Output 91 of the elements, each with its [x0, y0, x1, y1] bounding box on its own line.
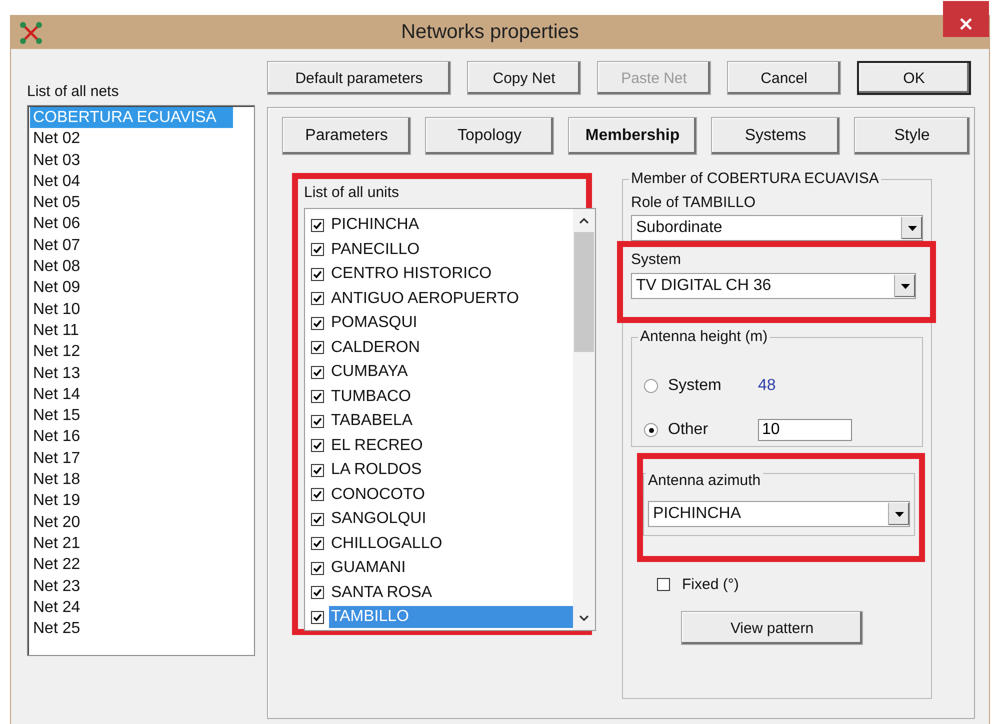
list-item[interactable]: Net 09: [30, 277, 254, 299]
list-item[interactable]: CUMBAYA: [329, 361, 410, 384]
list-item[interactable]: Net 21: [30, 532, 254, 554]
list-item[interactable]: ANTIGUO AEROPUERTO: [329, 288, 521, 310]
list-item[interactable]: Net 08: [30, 256, 254, 278]
system-dropdown[interactable]: TV DIGITAL CH 36: [631, 273, 916, 299]
checkbox[interactable]: [657, 578, 670, 591]
input-field[interactable]: 10: [758, 419, 852, 441]
checkbox[interactable]: [311, 341, 324, 354]
checkbox[interactable]: [311, 464, 324, 477]
checkbox[interactable]: [311, 390, 324, 404]
tab[interactable]: Systems: [711, 117, 840, 155]
list-item[interactable]: Net 22: [30, 554, 254, 576]
list-item[interactable]: PANECILLO: [329, 238, 422, 261]
list-item[interactable]: Net 20: [30, 512, 254, 533]
list-item[interactable]: CHILLOGALLO: [329, 532, 444, 555]
checkbox-label: Fixed (°): [682, 576, 739, 593]
checkbox[interactable]: [311, 439, 324, 452]
list-item[interactable]: Net 12: [30, 341, 254, 363]
toolbar-button[interactable]: OK: [857, 61, 971, 95]
list-label: List of all nets: [27, 83, 120, 101]
value-text: 48: [758, 377, 776, 395]
list-item[interactable]: Net 24: [30, 596, 254, 618]
checkbox[interactable]: [311, 414, 324, 428]
toolbar-button[interactable]: Copy Net: [467, 61, 581, 95]
tab[interactable]: Topology: [425, 117, 554, 155]
list-item[interactable]: Net 11: [30, 320, 254, 342]
toolbar-button[interactable]: Default parameters: [267, 61, 451, 95]
list-item[interactable]: Net 04: [30, 170, 254, 192]
scrollbar[interactable]: [573, 209, 595, 630]
list-item[interactable]: Net 13: [30, 362, 254, 384]
role-dropdown[interactable]: Subordinate: [631, 215, 923, 241]
list-item[interactable]: Net 19: [30, 490, 254, 512]
list-item[interactable]: Net 18: [30, 469, 254, 490]
window-title: Networks properties: [400, 21, 580, 44]
list-item[interactable]: Net 14: [30, 384, 254, 406]
list-item[interactable]: Net 10: [30, 298, 254, 320]
list-item[interactable]: GUAMANI: [329, 557, 408, 580]
list-item[interactable]: CONOCOTO: [329, 484, 427, 506]
list-item[interactable]: TUMBACO: [329, 386, 413, 408]
radio-button[interactable]: [644, 379, 658, 393]
radio-label: Other: [668, 421, 710, 439]
list-item[interactable]: Net 17: [30, 448, 254, 470]
list-item[interactable]: PICHINCHA: [329, 214, 422, 236]
checkbox[interactable]: [311, 512, 324, 526]
network-icon: [19, 20, 43, 44]
radio-button[interactable]: [644, 423, 658, 437]
scroll-thumb[interactable]: [574, 232, 594, 352]
checkbox[interactable]: [311, 316, 324, 330]
field-label: System: [631, 251, 682, 269]
checkbox[interactable]: [311, 488, 324, 502]
list-item[interactable]: Net 06: [30, 213, 254, 235]
list-item[interactable]: CENTRO HISTORICO: [329, 263, 494, 286]
list-item[interactable]: LA ROLDOS: [329, 459, 424, 482]
field-label: Role of TAMBILLO: [631, 194, 756, 212]
checkbox[interactable]: [311, 292, 324, 306]
list-item[interactable]: Net 03: [30, 150, 254, 171]
checkbox[interactable]: [311, 218, 324, 232]
checkbox[interactable]: [311, 243, 324, 256]
list-item[interactable]: TABABELA: [329, 410, 415, 432]
list-item[interactable]: Net 16: [30, 426, 254, 448]
group-title: Antenna height (m): [638, 328, 770, 345]
list-item[interactable]: POMASQUI: [329, 312, 420, 334]
list-item[interactable]: Net 23: [30, 576, 254, 597]
close-icon: [960, 18, 972, 30]
checkbox[interactable]: [311, 610, 324, 624]
checkbox[interactable]: [311, 562, 324, 575]
list-item[interactable]: SANGOLQUI: [329, 508, 428, 530]
tab[interactable]: Membership: [568, 117, 697, 155]
list-label: List of all units: [304, 184, 400, 202]
checkbox[interactable]: [311, 268, 324, 281]
list-item[interactable]: Net 15: [30, 405, 254, 426]
scroll-down-icon[interactable]: [579, 615, 589, 622]
azimuth-dropdown[interactable]: PICHINCHA: [648, 501, 910, 527]
view-pattern-button[interactable]: View pattern: [681, 611, 863, 645]
close-button[interactable]: [943, 1, 989, 37]
list-item[interactable]: Net 25: [30, 618, 254, 640]
list-item[interactable]: Net 02: [30, 128, 254, 150]
list-item[interactable]: CALDERON: [329, 336, 422, 359]
scroll-up-icon[interactable]: [579, 217, 589, 224]
tab[interactable]: Style: [854, 117, 970, 155]
tab[interactable]: Parameters: [282, 117, 411, 155]
checkbox[interactable]: [311, 537, 324, 550]
list-item[interactable]: Net 05: [30, 192, 254, 214]
radio-label: System: [668, 377, 722, 395]
list-item[interactable]: Net 07: [30, 234, 254, 256]
list-item[interactable]: EL RECREO: [329, 434, 425, 457]
checkbox[interactable]: [311, 586, 324, 600]
list-item[interactable]: SANTA ROSA: [329, 582, 434, 604]
checkbox[interactable]: [311, 366, 324, 379]
toolbar-button[interactable]: Cancel: [727, 61, 841, 95]
